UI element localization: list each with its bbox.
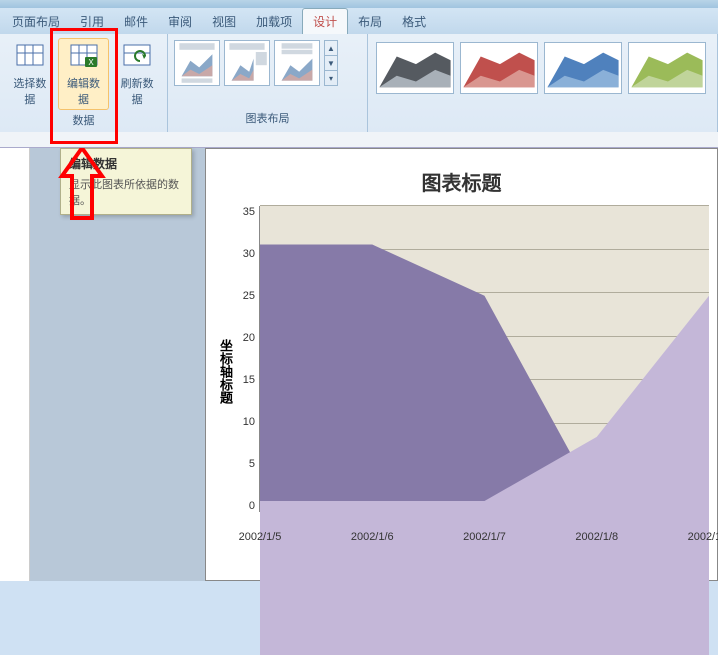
y-axis-label[interactable]: 坐标轴标题 [214, 206, 237, 536]
tab-review[interactable]: 审阅 [158, 9, 202, 34]
tab-format[interactable]: 格式 [392, 9, 436, 34]
chart-layout-2[interactable] [224, 40, 270, 86]
tab-layout[interactable]: 布局 [348, 9, 392, 34]
svg-text:X: X [88, 58, 94, 67]
chart-layout-1[interactable] [174, 40, 220, 86]
layout-group-label: 图表布局 [172, 108, 363, 128]
edit-data-button[interactable]: X 编辑数据 [58, 38, 110, 110]
refresh-data-label: 刷新数据 [116, 75, 158, 107]
chart-style-1[interactable] [376, 42, 454, 94]
tab-page-layout[interactable]: 页面布局 [2, 9, 70, 34]
annotation-arrow-icon [52, 148, 112, 228]
layout-gallery-down[interactable]: ▼ [325, 56, 337, 71]
tab-design[interactable]: 设计 [302, 8, 348, 34]
chart-plot-area[interactable]: 2002/1/52002/1/62002/1/72002/1/82002/1/9 [259, 206, 709, 512]
tab-mailings[interactable]: 邮件 [114, 9, 158, 34]
chart-layout-3[interactable] [274, 40, 320, 86]
chart-style-4[interactable] [628, 42, 706, 94]
y-axis-ticks: 35302520151050 [237, 206, 259, 536]
select-data-icon [14, 41, 46, 73]
refresh-data-button[interactable]: 刷新数据 [111, 38, 163, 110]
tab-view[interactable]: 视图 [202, 9, 246, 34]
select-data-button[interactable]: 选择数据 [4, 38, 56, 110]
chart-title[interactable]: 图表标题 [214, 167, 709, 196]
chart-style-2[interactable] [460, 42, 538, 94]
edit-data-label: 编辑数据 [63, 75, 105, 107]
edit-data-icon: X [68, 41, 100, 73]
menu-tabs: 页面布局 引用 邮件 审阅 视图 加载项 设计 布局 格式 [0, 8, 718, 34]
chart-style-3[interactable] [544, 42, 622, 94]
data-group-label: 数据 [4, 110, 163, 130]
select-data-label: 选择数据 [9, 75, 51, 107]
tab-references[interactable]: 引用 [70, 9, 114, 34]
embedded-chart[interactable]: 图表标题 坐标轴标题 35302520151050 2002/1/52002/1… [205, 148, 718, 581]
layout-gallery-more[interactable]: ▾ [325, 71, 337, 85]
horizontal-ruler [0, 132, 718, 148]
refresh-data-icon [121, 41, 153, 73]
tab-addins[interactable]: 加载项 [246, 9, 302, 34]
layout-gallery-up[interactable]: ▲ [325, 41, 337, 56]
ribbon: 选择数据 X 编辑数据 刷新数据 数据 [0, 34, 718, 132]
